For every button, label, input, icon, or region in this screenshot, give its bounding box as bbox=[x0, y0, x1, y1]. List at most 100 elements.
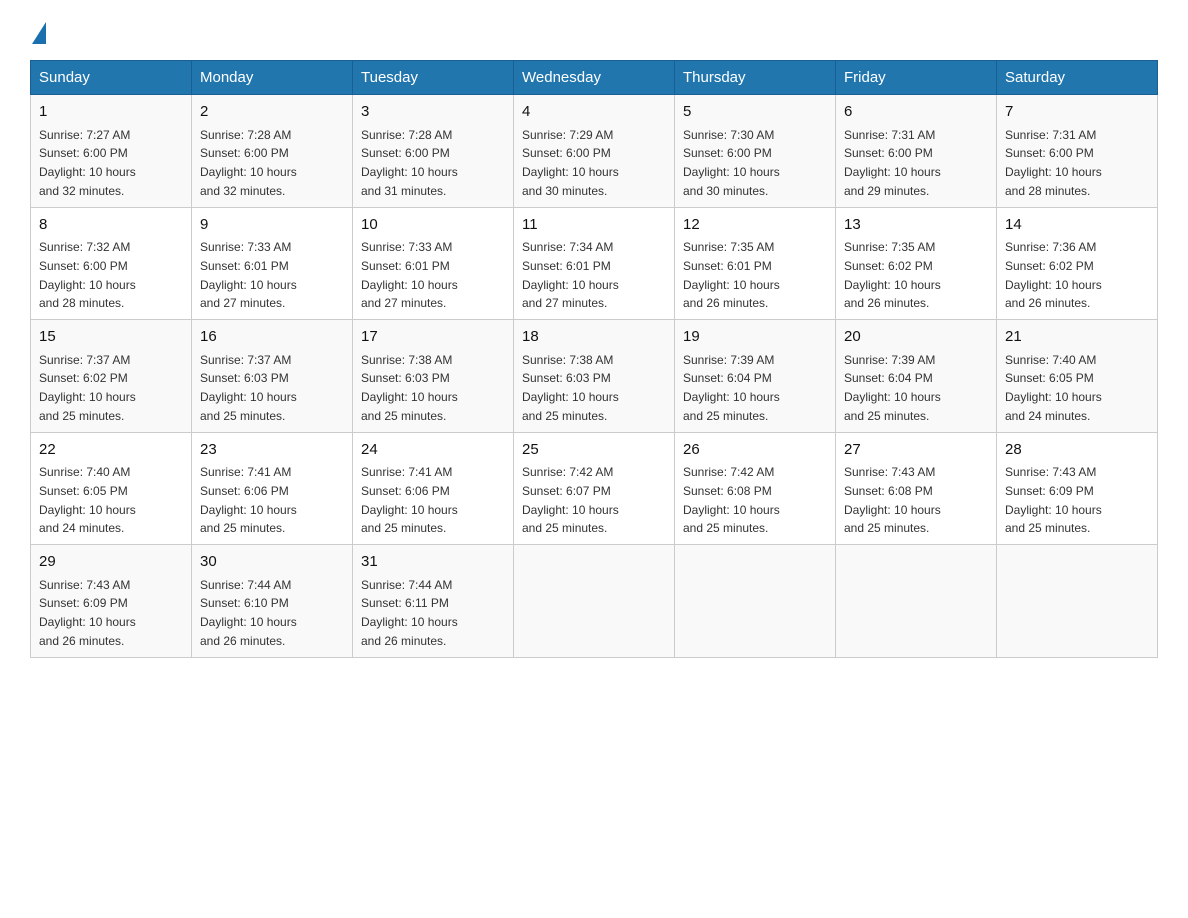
calendar-day-cell: 3 Sunrise: 7:28 AMSunset: 6:00 PMDaylight… bbox=[353, 95, 514, 208]
day-number: 17 bbox=[361, 326, 505, 349]
day-detail: Sunrise: 7:37 AMSunset: 6:02 PMDaylight:… bbox=[39, 353, 136, 423]
header-monday: Monday bbox=[192, 61, 353, 95]
day-detail: Sunrise: 7:38 AMSunset: 6:03 PMDaylight:… bbox=[522, 353, 619, 423]
calendar-day-cell: 22Sunrise: 7:40 AMSunset: 6:05 PMDayligh… bbox=[31, 432, 192, 545]
calendar-day-cell: 1Sunrise: 7:27 AMSunset: 6:00 PMDaylight… bbox=[31, 95, 192, 208]
logo-triangle-icon bbox=[32, 22, 46, 44]
day-number: 30 bbox=[200, 551, 344, 574]
day-detail: Sunrise: 7:39 AMSunset: 6:04 PMDaylight:… bbox=[683, 353, 780, 423]
calendar-day-cell: 11 Sunrise: 7:34 AMSunset: 6:01 PMDayligh… bbox=[514, 207, 675, 320]
calendar-week-row: 29 Sunrise: 7:43 AMSunset: 6:09 PMDayligh… bbox=[31, 545, 1158, 658]
day-detail: Sunrise: 7:43 AMSunset: 6:09 PMDaylight:… bbox=[39, 578, 136, 648]
day-detail: Sunrise: 7:44 AMSunset: 6:11 PMDaylight:… bbox=[361, 578, 458, 648]
calendar-day-cell: 24 Sunrise: 7:41 AMSunset: 6:06 PMDayligh… bbox=[353, 432, 514, 545]
header-friday: Friday bbox=[836, 61, 997, 95]
header-saturday: Saturday bbox=[997, 61, 1158, 95]
day-number: 7 bbox=[1005, 101, 1149, 124]
day-number: 12 bbox=[683, 214, 827, 237]
day-number: 11 bbox=[522, 214, 666, 237]
calendar-day-cell: 28 Sunrise: 7:43 AMSunset: 6:09 PMDayligh… bbox=[997, 432, 1158, 545]
day-detail: Sunrise: 7:41 AMSunset: 6:06 PMDaylight:… bbox=[361, 465, 458, 535]
day-detail: Sunrise: 7:42 AMSunset: 6:08 PMDaylight:… bbox=[683, 465, 780, 535]
day-number: 26 bbox=[683, 439, 827, 462]
day-detail: Sunrise: 7:34 AMSunset: 6:01 PMDaylight:… bbox=[522, 240, 619, 310]
header-sunday: Sunday bbox=[31, 61, 192, 95]
day-number: 5 bbox=[683, 101, 827, 124]
calendar-day-cell: 20 Sunrise: 7:39 AMSunset: 6:04 PMDayligh… bbox=[836, 320, 997, 433]
calendar-day-cell: 14Sunrise: 7:36 AMSunset: 6:02 PMDayligh… bbox=[997, 207, 1158, 320]
calendar-day-cell: 13Sunrise: 7:35 AMSunset: 6:02 PMDayligh… bbox=[836, 207, 997, 320]
day-detail: Sunrise: 7:33 AMSunset: 6:01 PMDaylight:… bbox=[200, 240, 297, 310]
calendar-day-cell: 30Sunrise: 7:44 AMSunset: 6:10 PMDayligh… bbox=[192, 545, 353, 658]
calendar-day-cell: 26 Sunrise: 7:42 AMSunset: 6:08 PMDayligh… bbox=[675, 432, 836, 545]
calendar-day-cell: 25Sunrise: 7:42 AMSunset: 6:07 PMDayligh… bbox=[514, 432, 675, 545]
day-number: 29 bbox=[39, 551, 183, 574]
day-detail: Sunrise: 7:41 AMSunset: 6:06 PMDaylight:… bbox=[200, 465, 297, 535]
day-detail: Sunrise: 7:40 AMSunset: 6:05 PMDaylight:… bbox=[1005, 353, 1102, 423]
day-number: 9 bbox=[200, 214, 344, 237]
day-number: 1 bbox=[39, 101, 183, 124]
day-detail: Sunrise: 7:33 AMSunset: 6:01 PMDaylight:… bbox=[361, 240, 458, 310]
day-detail: Sunrise: 7:30 AMSunset: 6:00 PMDaylight:… bbox=[683, 128, 780, 198]
day-number: 20 bbox=[844, 326, 988, 349]
calendar-day-cell: 4 Sunrise: 7:29 AMSunset: 6:00 PMDaylight… bbox=[514, 95, 675, 208]
calendar-day-cell: 10 Sunrise: 7:33 AMSunset: 6:01 PMDayligh… bbox=[353, 207, 514, 320]
day-number: 8 bbox=[39, 214, 183, 237]
day-number: 18 bbox=[522, 326, 666, 349]
calendar-day-cell: 2Sunrise: 7:28 AMSunset: 6:00 PMDaylight… bbox=[192, 95, 353, 208]
day-number: 22 bbox=[39, 439, 183, 462]
day-number: 28 bbox=[1005, 439, 1149, 462]
day-detail: Sunrise: 7:36 AMSunset: 6:02 PMDaylight:… bbox=[1005, 240, 1102, 310]
day-detail: Sunrise: 7:39 AMSunset: 6:04 PMDaylight:… bbox=[844, 353, 941, 423]
day-detail: Sunrise: 7:31 AMSunset: 6:00 PMDaylight:… bbox=[844, 128, 941, 198]
calendar-day-cell: 5 Sunrise: 7:30 AMSunset: 6:00 PMDaylight… bbox=[675, 95, 836, 208]
day-number: 24 bbox=[361, 439, 505, 462]
calendar-day-cell: 16 Sunrise: 7:37 AMSunset: 6:03 PMDayligh… bbox=[192, 320, 353, 433]
calendar-week-row: 1Sunrise: 7:27 AMSunset: 6:00 PMDaylight… bbox=[31, 95, 1158, 208]
calendar-day-cell: 23 Sunrise: 7:41 AMSunset: 6:06 PMDayligh… bbox=[192, 432, 353, 545]
calendar-week-row: 22Sunrise: 7:40 AMSunset: 6:05 PMDayligh… bbox=[31, 432, 1158, 545]
calendar-day-cell: 17Sunrise: 7:38 AMSunset: 6:03 PMDayligh… bbox=[353, 320, 514, 433]
calendar-day-cell: 19 Sunrise: 7:39 AMSunset: 6:04 PMDayligh… bbox=[675, 320, 836, 433]
day-detail: Sunrise: 7:28 AMSunset: 6:00 PMDaylight:… bbox=[361, 128, 458, 198]
day-number: 16 bbox=[200, 326, 344, 349]
header-wednesday: Wednesday bbox=[514, 61, 675, 95]
day-number: 19 bbox=[683, 326, 827, 349]
calendar-day-cell: 8Sunrise: 7:32 AMSunset: 6:00 PMDaylight… bbox=[31, 207, 192, 320]
calendar-day-cell bbox=[836, 545, 997, 658]
day-detail: Sunrise: 7:43 AMSunset: 6:08 PMDaylight:… bbox=[844, 465, 941, 535]
calendar-day-cell: 7 Sunrise: 7:31 AMSunset: 6:00 PMDaylight… bbox=[997, 95, 1158, 208]
day-number: 4 bbox=[522, 101, 666, 124]
calendar-day-cell bbox=[997, 545, 1158, 658]
day-detail: Sunrise: 7:29 AMSunset: 6:00 PMDaylight:… bbox=[522, 128, 619, 198]
header-thursday: Thursday bbox=[675, 61, 836, 95]
day-detail: Sunrise: 7:28 AMSunset: 6:00 PMDaylight:… bbox=[200, 128, 297, 198]
day-number: 6 bbox=[844, 101, 988, 124]
calendar-day-cell: 15 Sunrise: 7:37 AMSunset: 6:02 PMDayligh… bbox=[31, 320, 192, 433]
calendar-header-row: SundayMondayTuesdayWednesdayThursdayFrid… bbox=[31, 61, 1158, 95]
calendar-day-cell: 21 Sunrise: 7:40 AMSunset: 6:05 PMDayligh… bbox=[997, 320, 1158, 433]
header-tuesday: Tuesday bbox=[353, 61, 514, 95]
calendar-day-cell: 9 Sunrise: 7:33 AMSunset: 6:01 PMDaylight… bbox=[192, 207, 353, 320]
day-number: 21 bbox=[1005, 326, 1149, 349]
calendar-day-cell: 6 Sunrise: 7:31 AMSunset: 6:00 PMDaylight… bbox=[836, 95, 997, 208]
day-number: 3 bbox=[361, 101, 505, 124]
day-number: 15 bbox=[39, 326, 183, 349]
day-detail: Sunrise: 7:31 AMSunset: 6:00 PMDaylight:… bbox=[1005, 128, 1102, 198]
day-number: 27 bbox=[844, 439, 988, 462]
calendar-day-cell: 29 Sunrise: 7:43 AMSunset: 6:09 PMDayligh… bbox=[31, 545, 192, 658]
day-detail: Sunrise: 7:37 AMSunset: 6:03 PMDaylight:… bbox=[200, 353, 297, 423]
day-number: 10 bbox=[361, 214, 505, 237]
page-header bbox=[30, 20, 1158, 42]
day-detail: Sunrise: 7:35 AMSunset: 6:01 PMDaylight:… bbox=[683, 240, 780, 310]
day-detail: Sunrise: 7:43 AMSunset: 6:09 PMDaylight:… bbox=[1005, 465, 1102, 535]
day-detail: Sunrise: 7:42 AMSunset: 6:07 PMDaylight:… bbox=[522, 465, 619, 535]
day-number: 23 bbox=[200, 439, 344, 462]
calendar-day-cell: 12 Sunrise: 7:35 AMSunset: 6:01 PMDayligh… bbox=[675, 207, 836, 320]
calendar-day-cell: 31 Sunrise: 7:44 AMSunset: 6:11 PMDayligh… bbox=[353, 545, 514, 658]
day-detail: Sunrise: 7:35 AMSunset: 6:02 PMDaylight:… bbox=[844, 240, 941, 310]
calendar-table: SundayMondayTuesdayWednesdayThursdayFrid… bbox=[30, 60, 1158, 658]
calendar-day-cell: 27 Sunrise: 7:43 AMSunset: 6:08 PMDayligh… bbox=[836, 432, 997, 545]
calendar-week-row: 8Sunrise: 7:32 AMSunset: 6:00 PMDaylight… bbox=[31, 207, 1158, 320]
day-number: 31 bbox=[361, 551, 505, 574]
